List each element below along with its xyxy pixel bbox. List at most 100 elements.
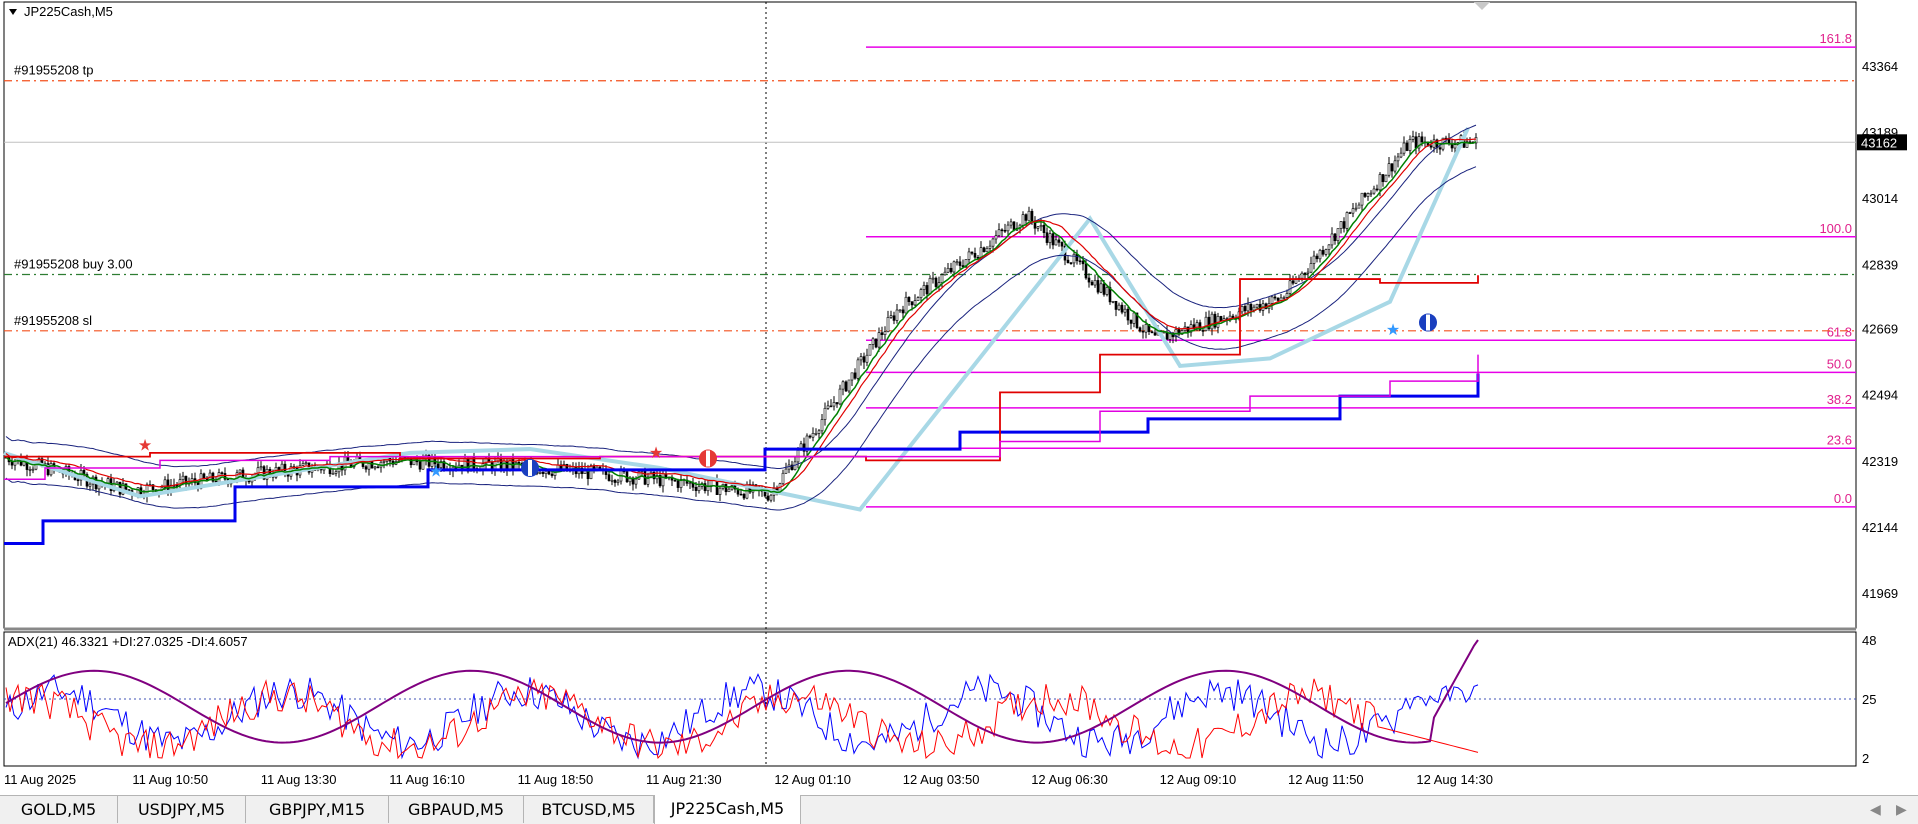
candle-body [1330, 233, 1334, 246]
candle-body [1093, 280, 1097, 286]
candle-body [1051, 233, 1055, 246]
candle-body [1069, 262, 1073, 265]
candle-body [1303, 272, 1307, 275]
candle-body [304, 462, 308, 465]
time-axis-label: 11 Aug 10:50 [132, 772, 208, 787]
candle-body [1201, 330, 1205, 332]
candle-body [1378, 174, 1382, 191]
adx-axis-tick-label: 25 [1862, 692, 1876, 707]
candle-body [781, 472, 785, 485]
candle-body [934, 277, 938, 287]
candle-body [1318, 249, 1322, 260]
candle-body [1129, 319, 1133, 324]
candle-body [1057, 239, 1061, 243]
candle-body [418, 461, 422, 470]
candle-body [1204, 316, 1208, 332]
candle-body [634, 478, 638, 485]
candle-body [1405, 142, 1409, 151]
candle-body [907, 296, 911, 302]
candle-body [1105, 287, 1109, 295]
symbol-tab-gold-m5[interactable]: GOLD,M5 [0, 796, 118, 823]
candle-body [1390, 163, 1394, 172]
candle-body [1312, 255, 1316, 264]
candle-body [1030, 210, 1034, 222]
candle-body [859, 356, 863, 361]
candle-body [589, 465, 593, 480]
candle-body [694, 487, 698, 491]
candle-body [1381, 174, 1385, 183]
chart-symbol-label: JP225Cash,M5 [24, 4, 113, 19]
time-axis-label: 11 Aug 2025 [4, 772, 76, 787]
candle-body [1096, 280, 1100, 293]
candle-body [904, 296, 908, 314]
candle-body [847, 379, 851, 392]
candle-body [1315, 255, 1319, 260]
candle-body [1003, 229, 1007, 232]
time-axis-label: 11 Aug 13:30 [261, 772, 337, 787]
candle-body [697, 486, 701, 491]
candle-body [688, 482, 692, 485]
candle-body [835, 402, 839, 405]
candle-body [1084, 263, 1088, 279]
candle-body [871, 338, 875, 345]
candle-body [931, 277, 935, 280]
candle-body [1396, 156, 1400, 162]
candle-body [1336, 228, 1340, 241]
symbol-tab-btcusd-m5[interactable]: BTCUSD,M5 [524, 796, 654, 823]
candle-body [544, 471, 548, 474]
candle-body [1099, 283, 1103, 293]
candle-body [1219, 316, 1223, 321]
candle-body [238, 469, 242, 474]
symbol-tab-jp225cash-m5[interactable]: JP225Cash,M5 [654, 795, 801, 824]
candle-body [925, 285, 929, 295]
candle-body [742, 493, 746, 499]
candle-body [1249, 303, 1253, 311]
signal-marker-gap [706, 450, 710, 467]
candle-body [814, 433, 818, 435]
candle-body [538, 471, 542, 474]
time-axis-label: 12 Aug 11:50 [1288, 772, 1364, 787]
candle-body [616, 480, 620, 483]
signal-marker-gap [528, 459, 532, 476]
candle-body [877, 332, 881, 348]
signal-marker-gap [1426, 314, 1430, 331]
candle-body [550, 473, 554, 476]
candle-body [1000, 229, 1004, 232]
candle-body [838, 388, 842, 405]
candle-body [832, 402, 836, 407]
candle-body [1078, 260, 1082, 263]
candle-body [1324, 249, 1328, 255]
candle-body [1252, 306, 1256, 311]
candle-body [1351, 208, 1355, 214]
candle-body [1363, 192, 1367, 197]
star-marker-icon: ★ [138, 435, 152, 454]
trade-level-label-tp: #91955208 tp [14, 63, 94, 78]
candle-body [1045, 232, 1049, 243]
star-marker-icon: ★ [429, 462, 443, 481]
candle-body [76, 479, 80, 482]
candle-body [1243, 306, 1247, 312]
symbol-tab-gbpjpy-m15[interactable]: GBPJPY,M15 [246, 796, 389, 823]
candle-body [1123, 308, 1127, 313]
chart-window[interactable]: JP225Cash,M54336443189430144283942669424… [0, 0, 1918, 795]
candle-body [1300, 272, 1304, 279]
symbol-tab-usdjpy-m5[interactable]: USDJPY,M5 [118, 796, 246, 823]
tab-scroll-right-icon[interactable]: ▶ [1896, 802, 1907, 818]
candle-body [826, 405, 830, 409]
price-axis-tick-label: 42494 [1862, 388, 1898, 403]
symbol-tab-gbpaud-m5[interactable]: GBPAUD,M5 [389, 796, 524, 823]
candle-body [829, 405, 833, 408]
candle-body [370, 461, 374, 469]
candle-body [28, 469, 32, 471]
time-axis-label: 12 Aug 06:30 [1031, 772, 1108, 787]
candle-body [1048, 233, 1052, 243]
candle-body [1357, 204, 1361, 209]
candle-body [958, 261, 962, 266]
tab-scroll-left-icon[interactable]: ◀ [1870, 802, 1881, 818]
candle-body [967, 251, 971, 260]
candle-body [898, 309, 902, 312]
candle-body [1333, 233, 1337, 241]
candle-body [1438, 147, 1442, 150]
adx-axis-tick-label: 48 [1862, 633, 1876, 648]
trade-level-label-buy: #91955208 buy 3.00 [14, 257, 133, 272]
